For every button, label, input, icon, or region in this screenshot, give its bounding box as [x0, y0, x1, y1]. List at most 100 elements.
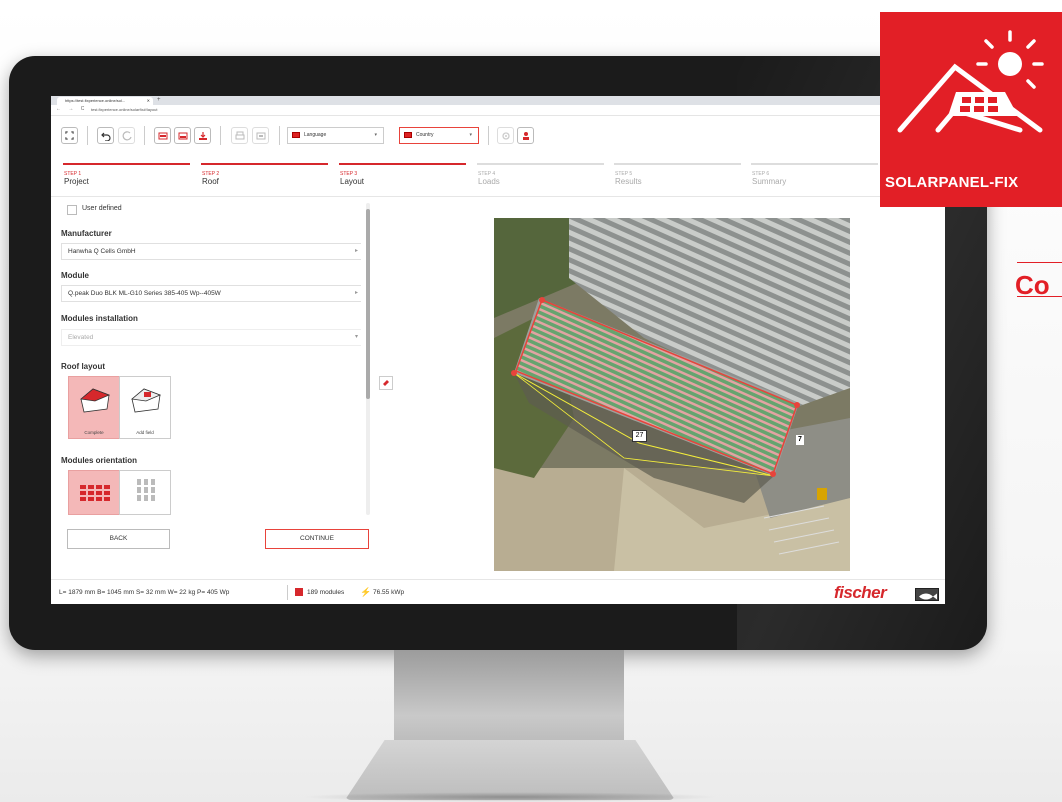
measure-label-7: 7 — [796, 435, 804, 445]
step-layout[interactable]: STEP 3 Layout — [339, 163, 466, 193]
print-button[interactable] — [231, 127, 248, 144]
fish-icon — [919, 593, 937, 600]
screen: https://test.fixperience.online/sol... ✕… — [51, 96, 945, 604]
installation-title: Modules installation — [61, 314, 138, 323]
user-button[interactable] — [517, 127, 534, 144]
form-scroll-area: User defined Manufacturer Hanwha Q Cells… — [56, 197, 361, 515]
total-power: 76.55 kWp — [373, 589, 405, 596]
fullscreen-button[interactable] — [61, 127, 78, 144]
step-progress-line — [339, 163, 466, 165]
roof-layout-complete[interactable]: Complete — [68, 376, 120, 439]
step-loads[interactable]: STEP 4 Loads — [477, 163, 604, 193]
image-icon — [256, 132, 265, 140]
step-label: Project — [64, 177, 89, 186]
solar-roof-logo-icon — [897, 30, 1044, 133]
language-label: Language — [304, 132, 327, 138]
installation-select[interactable]: Elevated ▾ — [61, 329, 361, 346]
fullscreen-icon — [65, 131, 74, 140]
heading-rule-top — [1017, 262, 1062, 263]
settings-button[interactable] — [497, 127, 514, 144]
redo-button[interactable] — [118, 127, 135, 144]
manufacturer-title: Manufacturer — [61, 229, 112, 238]
heading-rule-bottom — [1017, 296, 1062, 297]
flag-icon — [404, 132, 412, 138]
step-label: Loads — [478, 177, 500, 186]
step-roof[interactable]: STEP 2 Roof — [201, 163, 328, 193]
country-label: Country — [416, 132, 434, 138]
roof-layout-add-field[interactable]: Add field — [119, 376, 171, 439]
new-tab-icon[interactable]: + — [157, 97, 161, 104]
tab-title: https://test.fixperience.online/sol... — [65, 98, 126, 103]
browser-nav-icons[interactable]: ← → C — [56, 106, 87, 112]
house-complete-icon — [80, 388, 111, 413]
browser-tab-bar: https://test.fixperience.online/sol... ✕… — [51, 96, 945, 105]
save-button[interactable] — [174, 127, 191, 144]
fischer-logo: fischer — [834, 583, 887, 602]
toolbar-divider — [220, 126, 221, 145]
aerial-roof-map[interactable]: 27 7 — [494, 218, 850, 571]
base-shadow — [300, 792, 720, 802]
fischer-fish-logo — [915, 588, 939, 601]
back-button[interactable]: BACK — [67, 529, 170, 549]
user-defined-checkbox[interactable] — [67, 205, 77, 215]
form-scrollbar[interactable] — [366, 203, 370, 515]
language-select[interactable]: Language ▾ — [287, 127, 384, 144]
orientation-portrait[interactable] — [119, 470, 171, 515]
user-icon — [522, 132, 529, 140]
configuration-panel: User defined Manufacturer Hanwha Q Cells… — [51, 197, 371, 579]
step-summary[interactable]: STEP 6 Summary — [751, 163, 878, 193]
tab-close-icon[interactable]: ✕ — [147, 97, 150, 105]
redo-icon — [122, 131, 132, 141]
step-label: Layout — [340, 177, 365, 186]
module-dimensions: L= 1879 mm B= 1045 mm S= 32 mm W= 22 kg … — [59, 589, 230, 596]
monitor: https://test.fixperience.online/sol... ✕… — [9, 56, 987, 650]
undo-icon — [100, 132, 111, 142]
chevron-down-icon: ▾ — [469, 132, 472, 138]
step-progress-line — [201, 163, 328, 165]
status-bar: L= 1879 mm B= 1045 mm S= 32 mm W= 22 kg … — [51, 579, 945, 604]
module-select[interactable]: Q.peak Duo BLK ML-G10 Series 385-405 Wp-… — [61, 285, 361, 302]
tile-label: Add field — [136, 430, 154, 435]
download-icon — [198, 132, 207, 140]
modules-icon — [295, 588, 303, 596]
solarpanel-fix-badge: SOLARPANEL-FIX — [880, 12, 1062, 207]
step-label: Summary — [752, 177, 787, 186]
portrait-grid-icon — [137, 479, 155, 501]
address-bar: ← → C test.fixperience.online/solarfix#/… — [51, 105, 945, 116]
orientation-landscape[interactable] — [68, 470, 120, 515]
undo-button[interactable] — [97, 127, 114, 144]
toolbar-divider — [279, 126, 280, 145]
country-select[interactable]: Country ▾ — [399, 127, 479, 144]
module-count: 189 modules — [307, 589, 345, 596]
app-toolbar: Language ▾ Country ▾ — [51, 116, 945, 156]
open-button[interactable] — [154, 127, 171, 144]
eraser-tool-button[interactable] — [379, 376, 393, 390]
image-button[interactable] — [252, 127, 269, 144]
toolbar-divider — [144, 126, 145, 145]
download-button[interactable] — [194, 127, 211, 144]
step-progress-line — [477, 163, 604, 165]
browser-tab[interactable]: https://test.fixperience.online/sol... ✕ — [57, 97, 153, 105]
save-icon — [178, 132, 187, 140]
tile-label: Complete — [84, 430, 104, 435]
step-label: Results — [615, 177, 642, 186]
step-project[interactable]: STEP 1 Project — [63, 163, 190, 193]
flag-icon — [292, 132, 300, 138]
status-divider — [287, 585, 288, 600]
satellite-image[interactable] — [494, 218, 850, 571]
manufacturer-select[interactable]: Hanwha Q Cells GmbH ▸ — [61, 243, 361, 260]
scrollbar-thumb[interactable] — [366, 209, 370, 399]
folder-icon — [158, 132, 167, 140]
measure-label-27: 27 — [632, 430, 647, 442]
step-results[interactable]: STEP 5 Results — [614, 163, 741, 193]
url-text[interactable]: test.fixperience.online/solarfix#/layout — [91, 107, 157, 112]
roof-layout-title: Roof layout — [61, 362, 105, 371]
badge-title: SOLARPANEL-FIX — [885, 174, 1019, 191]
print-icon — [235, 131, 244, 140]
chevron-right-icon: ▸ — [354, 290, 358, 296]
step-progress-line — [63, 163, 190, 165]
installation-value: Elevated — [68, 334, 94, 341]
continue-button[interactable]: CONTINUE — [265, 529, 369, 549]
toolbar-divider — [488, 126, 489, 145]
monitor-base — [345, 740, 675, 800]
